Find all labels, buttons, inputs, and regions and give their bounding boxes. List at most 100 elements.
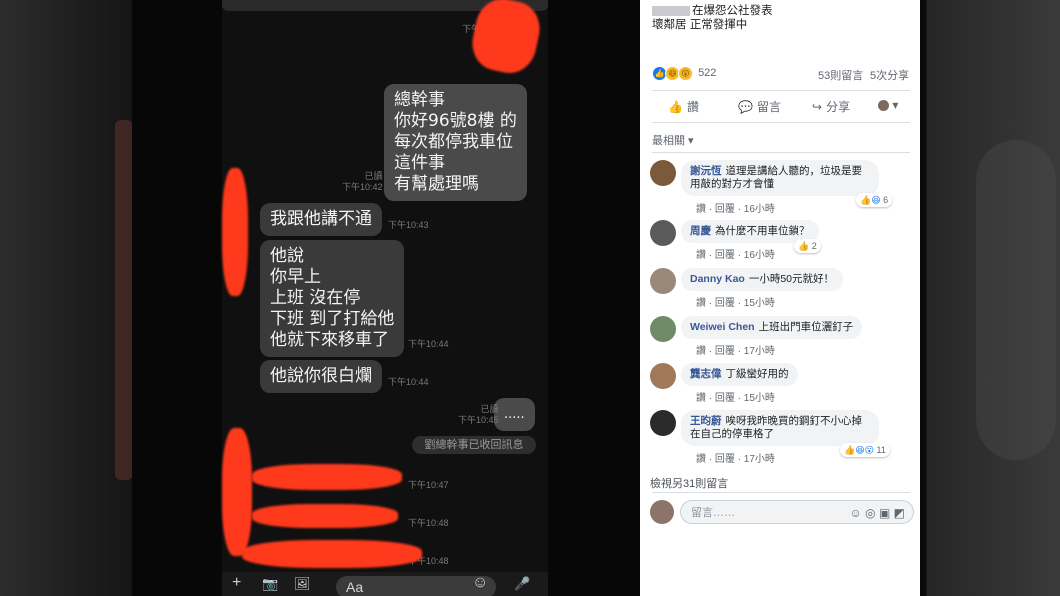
redaction-scribble [467, 0, 545, 78]
comment-reply-link[interactable]: 回覆 [715, 298, 735, 309]
comment-text: 丁級蠻好用的 [725, 368, 789, 380]
redaction-scribble [242, 540, 422, 568]
avatar[interactable] [650, 363, 676, 389]
plus-icon[interactable]: + [232, 574, 241, 592]
left-background [0, 0, 133, 596]
comment-input-placeholder: 留言…… [691, 507, 735, 519]
comment-reply-link[interactable]: 回覆 [715, 250, 735, 261]
comment-input[interactable]: 留言…… ☺ ◎ ▣ ◩ [680, 500, 914, 524]
comment-actions: 讚 · 回覆 · 15小時 [696, 298, 775, 309]
chat-screenshot: 下午 總幹事 你好96號8樓 的 每次都停我車位 這件事 有幫處理嗎 已讀 下午… [132, 0, 640, 596]
comment-button[interactable]: 💬 留言 [738, 98, 781, 115]
message-meta-3: 下午10:44 [408, 339, 449, 349]
comment-reply-link[interactable]: 回覆 [715, 454, 735, 465]
comment-author[interactable]: 謝沅恆 [690, 165, 722, 177]
comment-reaction-count: 11 [876, 445, 886, 455]
reply-row: 留言…… ☺ ◎ ▣ ◩ [650, 500, 915, 528]
avatar[interactable] [650, 160, 676, 186]
comment-label: 留言 [756, 100, 781, 114]
comment-reply-link[interactable]: 回覆 [715, 346, 735, 357]
emoji-icon[interactable]: ☺ [850, 506, 862, 520]
message-bubble-3: 他說 你早上 上班 沒在停 下班 到了打給他 他就下來移車了 [260, 240, 405, 357]
emoji-icon[interactable]: ☺ [472, 574, 488, 592]
avatar[interactable] [650, 410, 676, 436]
divider [652, 492, 910, 493]
camera-icon[interactable]: 📷 [262, 576, 278, 592]
post-author-suffix: 在爆怨公社發表 [692, 5, 773, 17]
mic-icon[interactable]: 🎤 [514, 576, 530, 592]
comment-time[interactable]: 17小時 [744, 346, 775, 357]
comment-icon: 💬 [738, 100, 753, 114]
message-meta-2: 下午10:43 [388, 220, 429, 230]
redaction-scribble [222, 428, 252, 556]
reaction-count: 522 [698, 67, 717, 80]
comment-time[interactable]: 16小時 [744, 204, 775, 215]
comment-text: 一小時50元就好！ [748, 273, 835, 285]
avatar[interactable] [650, 220, 676, 246]
view-more-comments-link[interactable]: 檢視另31則留言 [650, 475, 728, 491]
comment-like-link[interactable]: 讚 [696, 204, 706, 215]
share-label: 分享 [826, 100, 851, 114]
reaction-summary[interactable]: 👍 😆 😮 522 53則留言 5次分享 [652, 66, 910, 84]
comment-reply-link[interactable]: 回覆 [715, 204, 735, 215]
gif-icon[interactable]: ▣ [879, 506, 890, 520]
comment-actions: 讚 · 回覆 · 17小時 [696, 346, 775, 357]
redacted-time-1: 下午10:47 [408, 480, 449, 490]
comment-time[interactable]: 15小時 [744, 393, 775, 404]
comment-bubble: 謝沅恆 道理是講給人聽的，垃圾是要用敲的對方才會懂 [681, 160, 879, 196]
wow-reaction-icon: 😮 [678, 66, 693, 81]
comment-like-link[interactable]: 讚 [696, 454, 706, 465]
comment-author[interactable]: 王昀蔚 [690, 415, 722, 427]
phone-screen: 下午 總幹事 你好96號8樓 的 每次都停我車位 這件事 有幫處理嗎 已讀 下午… [222, 0, 548, 596]
message-bubble-5: ..... [494, 398, 535, 431]
reply-icons: ☺ ◎ ▣ ◩ [850, 501, 905, 525]
right-background [920, 0, 1060, 596]
recall-notice: 劉總幹事已收回訊息 [412, 436, 536, 454]
comment-bubble: Danny Kao 一小時50元就好！ [681, 268, 844, 291]
comment-author[interactable]: 龔志偉 [690, 368, 722, 380]
redaction-scribble [222, 168, 248, 296]
facebook-post-panel: 在爆怨公社發表 壞鄰居 正常發揮中 👍 😆 😮 522 53則留言 5次分享 👍 讚 … [640, 0, 920, 596]
comment-author[interactable]: Weiwei Chen [690, 321, 755, 333]
comment-time[interactable]: 16小時 [744, 250, 775, 261]
blurred-author-name [652, 5, 690, 16]
image-icon[interactable]: 🖼 [294, 576, 311, 592]
shares-count[interactable]: 5次分享 [870, 67, 909, 83]
comment-actions: 讚 · 回覆 · 16小時 [696, 204, 775, 215]
chevron-down-icon: ▾ [892, 98, 899, 112]
comment-reply-link[interactable]: 回覆 [715, 393, 735, 404]
message-bubble-1: 總幹事 你好96號8樓 的 每次都停我車位 這件事 有幫處理嗎 [384, 84, 527, 201]
share-icon: ↪ [812, 100, 823, 114]
comment-reaction-badge[interactable]: 👍😆😮 11 [840, 443, 890, 457]
comment-author[interactable]: 周慶 [690, 225, 711, 237]
divider [652, 122, 910, 123]
comment-like-link[interactable]: 讚 [696, 393, 706, 404]
comment-text: 上班出門車位灑釘子 [758, 321, 854, 333]
share-button[interactable]: ↪ 分享 [812, 98, 850, 115]
comment-author[interactable]: Danny Kao [690, 273, 745, 285]
message-meta-4: 下午10:44 [388, 377, 429, 387]
comment-time[interactable]: 17小時 [744, 454, 775, 465]
reaction-selector[interactable]: ▾ [878, 98, 898, 112]
comment-like-link[interactable]: 讚 [696, 298, 706, 309]
comment-text: 為什麼不用車位鎖？ [715, 225, 810, 237]
divider [652, 152, 910, 153]
comment-bubble: Weiwei Chen 上班出門車位灑釘子 [681, 316, 863, 339]
camera-icon[interactable]: ◎ [865, 506, 875, 520]
sticker-icon[interactable]: ◩ [894, 506, 905, 520]
comment-like-link[interactable]: 讚 [696, 346, 706, 357]
comment-reaction-badge[interactable]: 👍😆 6 [856, 193, 893, 207]
comment-sort-dropdown[interactable]: 最相關 ▾ [652, 132, 694, 148]
message-meta-5: 已讀 下午10:45 [458, 404, 499, 425]
avatar[interactable] [650, 316, 676, 342]
redaction-scribble [252, 504, 398, 528]
redacted-time-2: 下午10:48 [408, 518, 449, 528]
comment-time[interactable]: 15小時 [744, 298, 775, 309]
comment-like-link[interactable]: 讚 [696, 250, 706, 261]
message-bubble-4: 他說你很白爛 [260, 360, 382, 393]
comment-reaction-count: 2 [811, 241, 817, 251]
comments-count[interactable]: 53則留言 [818, 67, 863, 83]
like-button[interactable]: 👍 讚 [668, 98, 699, 115]
avatar[interactable] [650, 268, 676, 294]
comment-reaction-badge[interactable]: 👍 2 [794, 239, 821, 253]
